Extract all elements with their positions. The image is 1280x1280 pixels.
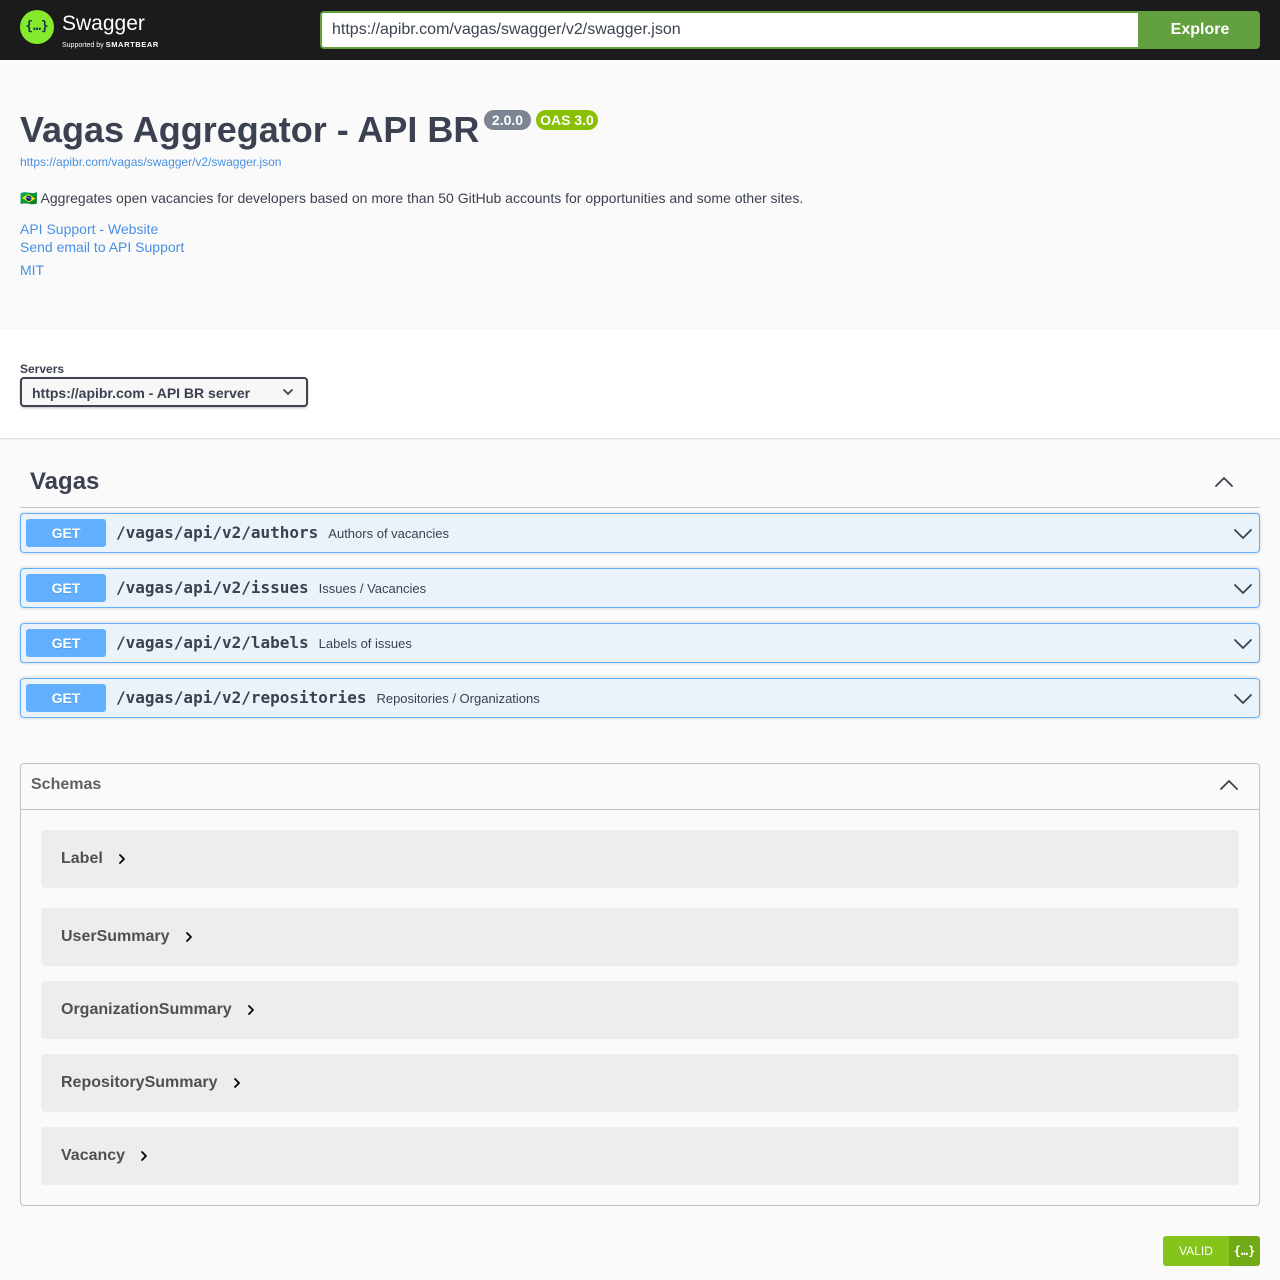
- operation-get-issues[interactable]: GET /vagas/api/v2/issues Issues / Vacanci…: [20, 568, 1260, 608]
- swagger-logo-icon: {…}: [20, 10, 54, 44]
- chevron-right-icon: [118, 853, 125, 864]
- api-title: Vagas Aggregator - API BR: [20, 109, 480, 150]
- schema-name-text: OrganizationSummary: [61, 1001, 232, 1018]
- operation-summary: Labels of issues: [318, 636, 412, 651]
- operation-summary: Issues / Vacancies: [318, 581, 427, 596]
- schema-name: OrganizationSummary: [61, 1001, 256, 1019]
- operation-path-text: /vagas/api/v2/labels: [116, 633, 309, 652]
- schema-usersummary[interactable]: UserSummary: [41, 908, 1239, 966]
- operation-path-text: /vagas/api/v2/issues: [116, 578, 309, 597]
- operation-get-labels[interactable]: GET /vagas/api/v2/labels Labels of issues: [20, 623, 1260, 663]
- chevron-down-icon[interactable]: [1233, 579, 1253, 599]
- topbar: {…} Swagger Supported by SMARTBEAR Explo…: [0, 0, 1280, 60]
- chevron-down-icon: [283, 389, 293, 395]
- servers-selected-value: https://apibr.com - API BR server: [32, 385, 251, 401]
- chevron-up-icon[interactable]: [1219, 775, 1239, 795]
- api-description: 🇧🇷 Aggregates open vacancies for develop…: [20, 190, 804, 206]
- schema-name: UserSummary: [61, 928, 194, 946]
- operation-path-text: /vagas/api/v2/repositories: [116, 688, 367, 707]
- schema-organizationsummary[interactable]: OrganizationSummary: [41, 981, 1239, 1039]
- spec-url-input[interactable]: [320, 11, 1140, 49]
- method-badge: GET: [26, 574, 106, 602]
- validator-badge[interactable]: VALID {…}: [1163, 1236, 1260, 1266]
- chevron-up-icon[interactable]: [1214, 472, 1234, 492]
- support-website-link[interactable]: API Support - Website: [20, 220, 158, 238]
- schema-name: Label: [61, 850, 127, 868]
- logo-subtitle: Supported by SMARTBEAR: [62, 40, 159, 50]
- schema-label[interactable]: Label: [41, 830, 1239, 888]
- tag-header-vagas[interactable]: Vagas: [20, 460, 1260, 508]
- operation-path: /vagas/api/v2/repositories Repositories /…: [116, 688, 540, 709]
- curly-braces-icon: {…}: [1229, 1236, 1260, 1266]
- oas-badge: OAS 3.0: [536, 110, 598, 130]
- schema-vacancy[interactable]: Vacancy: [41, 1127, 1239, 1185]
- chevron-down-icon[interactable]: [1233, 689, 1253, 709]
- operation-summary: Authors of vacancies: [328, 526, 449, 541]
- logo-sub-prefix: Supported by: [62, 42, 104, 49]
- operation-path: /vagas/api/v2/labels Labels of issues: [116, 633, 412, 654]
- servers-select[interactable]: https://apibr.com - API BR server: [20, 377, 308, 407]
- schema-name: RepositorySummary: [61, 1074, 242, 1092]
- method-badge: GET: [26, 684, 106, 712]
- schema-name-text: UserSummary: [61, 928, 170, 945]
- schema-name-text: Vacancy: [61, 1147, 126, 1164]
- chevron-right-icon: [185, 931, 192, 942]
- schema-name: Vacancy: [61, 1147, 149, 1165]
- method-badge: GET: [26, 629, 106, 657]
- chevron-right-icon: [247, 1004, 254, 1015]
- schema-repositorysummary[interactable]: RepositorySummary: [41, 1054, 1239, 1112]
- tag-name: Vagas: [30, 468, 100, 495]
- schemas-header[interactable]: Schemas: [21, 764, 1259, 810]
- logo-text: Swagger: [62, 12, 145, 35]
- servers-label: Servers: [20, 362, 65, 376]
- operation-path: /vagas/api/v2/authors Authors of vacancie…: [116, 523, 449, 544]
- servers-section: Servers https://apibr.com - API BR serve…: [0, 329, 1280, 438]
- schemas-section: Schemas Label UserSummary OrganizationSu…: [20, 763, 1260, 1206]
- operation-get-repositories[interactable]: GET /vagas/api/v2/repositories Repositori…: [20, 678, 1260, 718]
- chevron-down-icon[interactable]: [1233, 634, 1253, 654]
- validator-label: VALID: [1163, 1236, 1229, 1266]
- version-badge: 2.0.0: [484, 110, 531, 130]
- schema-name-text: Label: [61, 850, 103, 867]
- spec-url-link[interactable]: https://apibr.com/vagas/swagger/v2/swagg…: [20, 155, 281, 169]
- chevron-down-icon[interactable]: [1233, 524, 1253, 544]
- schema-name-text: RepositorySummary: [61, 1074, 218, 1091]
- method-badge: GET: [26, 519, 106, 547]
- support-email-link[interactable]: Send email to API Support: [20, 238, 184, 256]
- swagger-logo[interactable]: {…} Swagger Supported by SMARTBEAR: [20, 10, 170, 50]
- operation-path: /vagas/api/v2/issues Issues / Vacancies: [116, 578, 426, 599]
- explore-button[interactable]: Explore: [1140, 11, 1260, 49]
- schemas-title: Schemas: [31, 776, 102, 793]
- chevron-right-icon: [233, 1077, 240, 1088]
- operation-path-text: /vagas/api/v2/authors: [116, 523, 319, 542]
- license-link[interactable]: MIT: [20, 261, 44, 279]
- chevron-right-icon: [141, 1150, 147, 1161]
- operation-get-authors[interactable]: GET /vagas/api/v2/authors Authors of vaca…: [20, 513, 1260, 553]
- logo-sub-brand: SMARTBEAR: [105, 40, 159, 49]
- operation-summary: Repositories / Organizations: [376, 691, 540, 706]
